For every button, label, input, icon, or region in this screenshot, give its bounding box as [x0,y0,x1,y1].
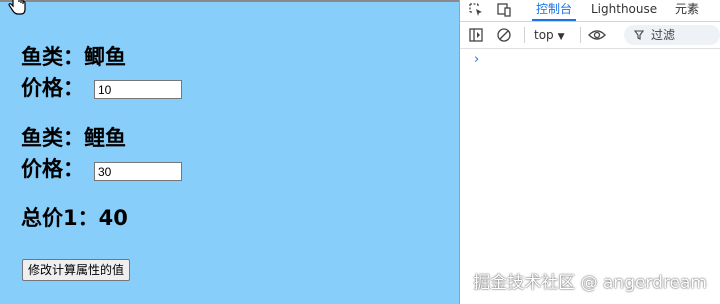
toolbar-separator [524,27,525,43]
filter-icon [634,30,644,40]
tab-lighthouse[interactable]: Lighthouse [591,0,657,20]
fish2-price-label: 价格： [21,157,84,181]
console-toolbar: top ▼ 过滤 [460,22,720,49]
console-prompt[interactable]: › [474,52,479,67]
total-price: 总价1：40 [21,206,128,230]
modify-computed-button[interactable]: 修改计算属性的值 [22,259,131,281]
tab-console[interactable]: 控制台 [531,0,577,21]
context-select[interactable]: top ▼ [534,26,565,44]
context-select-value: top [534,28,554,42]
page-top-border [0,0,460,2]
sidebar-toggle-icon[interactable] [466,25,486,45]
live-expression-eye-icon[interactable] [587,25,607,45]
filter-placeholder: 过滤 [651,28,676,42]
hand-cursor-icon [8,0,26,15]
clear-console-icon[interactable] [494,25,514,45]
devtools-tab-bar: 控制台 Lighthouse 元素 [460,0,720,22]
fish1-price-label: 价格： [21,76,84,100]
fish2-label: 鱼类：鲤鱼 [21,126,126,150]
fish1-label: 鱼类：鲫鱼 [21,45,126,69]
inspect-element-icon[interactable] [466,0,486,20]
fish1-price-input[interactable] [94,80,182,99]
rendered-page: 鱼类：鲫鱼 价格： 鱼类：鲤鱼 价格： 总价1：40 修改计算属性的值 [0,0,460,304]
watermark-text: 掘金技术社区 @ angerdream [473,273,707,293]
console-filter-input[interactable]: 过滤 [624,25,720,45]
devtools-panel: 控制台 Lighthouse 元素 top ▼ 过滤 › [460,0,720,304]
device-toolbar-icon[interactable] [494,0,514,20]
fish2-price-input[interactable] [94,162,182,181]
dropdown-arrow-icon: ▼ [557,32,565,42]
toolbar-separator [580,27,581,43]
tab-elements[interactable]: 元素 [675,0,699,20]
